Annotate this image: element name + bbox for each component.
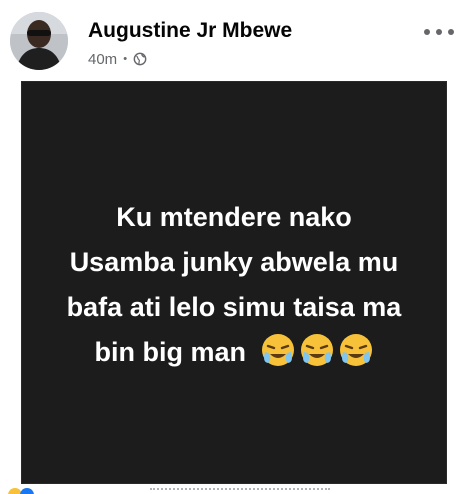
post-header: Augustine Jr Mbewe 40m • (0, 0, 466, 80)
author-name[interactable]: Augustine Jr Mbewe (88, 19, 292, 43)
emoji-group (260, 332, 374, 368)
status-line: Usamba junky abwela mu (69, 246, 399, 277)
profile-photo (10, 12, 68, 70)
reactions-text-partial (150, 488, 330, 492)
avatar[interactable] (10, 12, 68, 70)
status-line: bafa ati lelo simu taisa ma (66, 291, 402, 322)
face-with-tears-icon (339, 334, 372, 367)
status-text: Ku mtendere nako Usamba junky abwela mu … (24, 195, 444, 375)
more-dot (436, 29, 442, 35)
status-line-with-emoji: bin big man (24, 330, 444, 375)
reaction-icon (20, 488, 34, 494)
status-line: Ku mtendere nako (116, 201, 352, 232)
more-dot (424, 29, 430, 35)
post-timestamp[interactable]: 40m (88, 51, 117, 68)
status-card[interactable]: Ku mtendere nako Usamba junky abwela mu … (21, 81, 447, 484)
post-meta: 40m • (88, 49, 147, 69)
more-dot (448, 29, 454, 35)
face-with-tears-icon (300, 334, 333, 367)
status-line: bin big man (94, 336, 246, 367)
reactions-bar-partial (0, 486, 466, 494)
more-options-icon[interactable] (424, 24, 454, 40)
face-with-tears-icon (261, 334, 294, 367)
globe-icon[interactable] (133, 52, 147, 66)
meta-separator: • (123, 52, 128, 65)
